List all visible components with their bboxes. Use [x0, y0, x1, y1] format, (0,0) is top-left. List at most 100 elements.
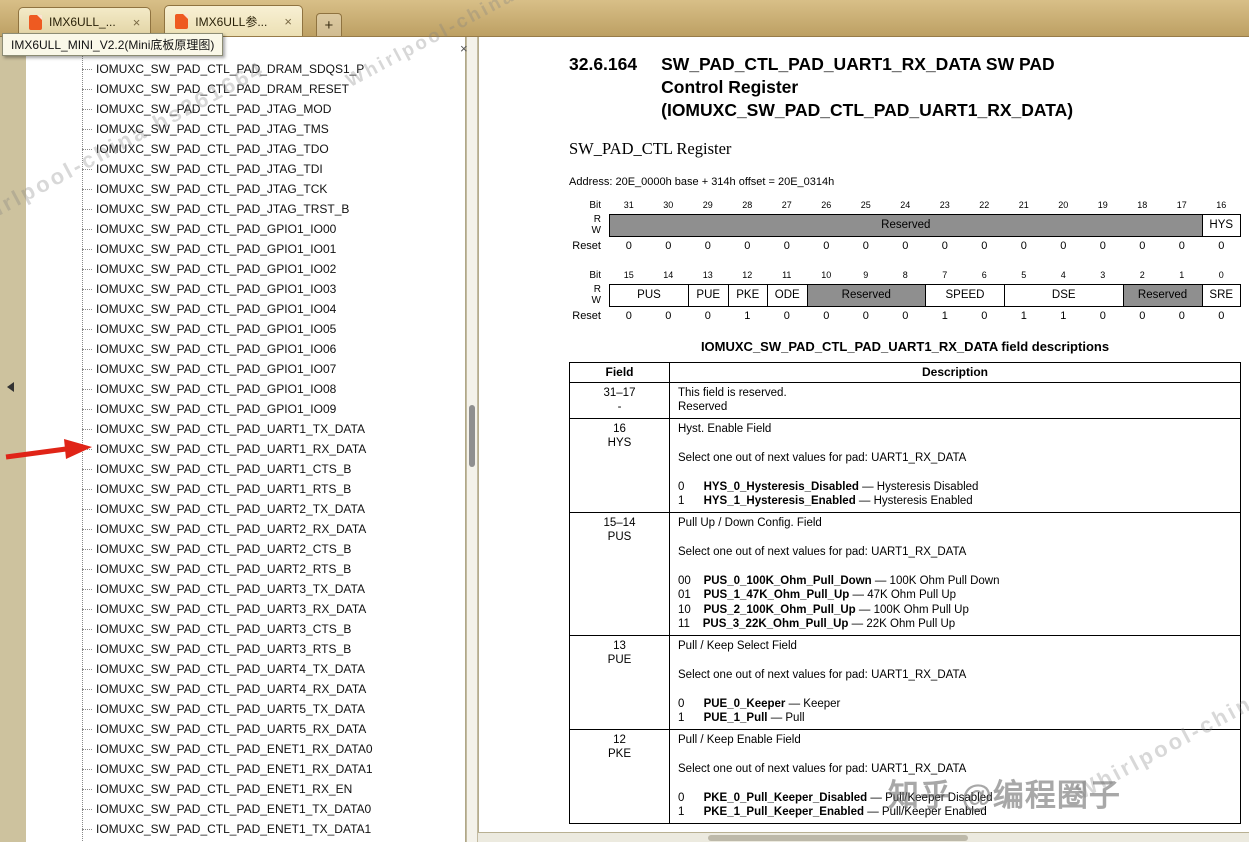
bookmark-item[interactable]: IOMUXC_SW_PAD_CTL_PAD_UART2_RX_DATA — [26, 519, 465, 539]
bookmark-item-label: IOMUXC_SW_PAD_CTL_PAD_UART4_RX_DATA — [96, 682, 367, 696]
bookmark-item[interactable]: IOMUXC_SW_PAD_CTL_PAD_JTAG_MOD — [26, 99, 465, 119]
field-cell: 31–17- — [570, 382, 670, 418]
bookmark-item[interactable]: IOMUXC_SW_PAD_CTL_PAD_GPIO1_IO04 — [26, 299, 465, 319]
reset-value: 0 — [1099, 240, 1106, 252]
pdf-file-icon — [29, 14, 42, 30]
reset-value: 1 — [744, 310, 751, 322]
bookmark-item[interactable]: IOMUXC_SW_PAD_CTL_PAD_JTAG_TRST_B — [26, 199, 465, 219]
bookmark-item[interactable]: IOMUXC_SW_PAD_CTL_PAD_UART4_TX_DATA — [26, 659, 465, 679]
section-heading: 32.6.164 SW_PAD_CTL_PAD_UART1_RX_DATA SW… — [569, 53, 1241, 122]
bookmark-item-label: IOMUXC_SW_PAD_CTL_PAD_UART3_RX_DATA — [96, 602, 367, 616]
bookmark-item[interactable]: IOMUXC_SW_PAD_CTL_PAD_ENET1_RX_DATA0 — [26, 739, 465, 759]
field-table-row: 13 PUE Pull / Keep Select Field Select one… — [570, 634, 1240, 729]
bookmark-item[interactable]: IOMUXC_SW_PAD_CTL_PAD_JTAG_TDO — [26, 139, 465, 159]
field-table-row: 15–14 PUS Pull Up / Down Config. Field Sel… — [570, 511, 1240, 635]
sidebar-scrollbar-thumb[interactable] — [469, 405, 475, 467]
tab-close-icon[interactable]: × — [274, 14, 292, 29]
register-field-reserved: Reserved — [1122, 284, 1202, 307]
bookmark-item-label: IOMUXC_SW_PAD_CTL_PAD_GPIO1_IO04 — [96, 302, 337, 316]
register-diagram-high: Bit 31 30 29 28 27 26 25 24 23 22 21 20 19 18 17 16 R W Res… — [569, 199, 1241, 256]
bookmark-item-label: IOMUXC_SW_PAD_CTL_PAD_UART3_CTS_B — [96, 622, 352, 636]
bit-number: 17 — [1176, 200, 1187, 210]
bit-number: 25 — [860, 200, 871, 210]
bookmark-item[interactable]: IOMUXC_SW_PAD_CTL_PAD_DRAM_RESET — [26, 79, 465, 99]
register-field-pus: PUS — [609, 284, 688, 307]
bookmark-item-label: IOMUXC_SW_PAD_CTL_PAD_ENET1_RX_DATA0 — [96, 742, 373, 756]
bit-number: 1 — [1179, 270, 1185, 280]
bookmark-item[interactable]: IOMUXC_SW_PAD_CTL_PAD_UART1_RX_DATA — [26, 439, 465, 459]
bit-number: 11 — [782, 270, 792, 280]
bit-number: 8 — [902, 270, 908, 280]
bookmark-item[interactable]: IOMUXC_SW_PAD_CTL_PAD_GPIO1_IO00 — [26, 219, 465, 239]
bookmark-item-label: IOMUXC_SW_PAD_CTL_PAD_UART1_CTS_B — [96, 462, 352, 476]
reset-value: 1 — [1020, 310, 1027, 322]
reset-value: 0 — [1139, 310, 1146, 322]
bookmark-item-label: IOMUXC_SW_PAD_CTL_PAD_UART1_RX_DATA — [96, 442, 367, 456]
horizontal-scrollbar-thumb[interactable] — [708, 835, 968, 841]
bookmark-item[interactable]: IOMUXC_SW_PAD_CTL_PAD_UART2_CTS_B — [26, 539, 465, 559]
bookmark-item[interactable]: IOMUXC_SW_PAD_CTL_PAD_GPIO1_IO01 — [26, 239, 465, 259]
register-subtitle: SW_PAD_CTL Register — [569, 139, 732, 158]
bookmark-list: IOMUXC_SW_PAD_CTL_PAD_DRAM_SDQS1_P IOMUXC… — [26, 37, 465, 842]
bookmark-item-label: IOMUXC_SW_PAD_CTL_PAD_UART2_RX_DATA — [96, 522, 367, 536]
bit-number: 18 — [1137, 200, 1148, 210]
bookmark-item[interactable]: IOMUXC_SW_PAD_CTL_PAD_GPIO1_IO03 — [26, 279, 465, 299]
bookmark-item-label: IOMUXC_SW_PAD_CTL_PAD_JTAG_TMS — [96, 122, 329, 136]
bookmark-item[interactable]: IOMUXC_SW_PAD_CTL_PAD_UART1_TX_DATA — [26, 419, 465, 439]
sidebar-scrollbar[interactable] — [466, 37, 478, 842]
tree-connector — [82, 148, 92, 150]
field-cell: 13 PUE — [570, 635, 670, 729]
rw-label: RW — [591, 283, 601, 306]
bookmark-item[interactable]: IOMUXC_SW_PAD_CTL_PAD_GPIO1_IO02 — [26, 259, 465, 279]
bookmark-item[interactable]: IOMUXC_SW_PAD_CTL_PAD_UART1_CTS_B — [26, 459, 465, 479]
bookmark-item[interactable]: IOMUXC_SW_PAD_CTL_PAD_UART3_RX_DATA — [26, 599, 465, 619]
bookmark-item[interactable]: IOMUXC_SW_PAD_CTL_PAD_GPIO1_IO05 — [26, 319, 465, 339]
bookmark-item[interactable]: IOMUXC_SW_PAD_CTL_PAD_GPIO1_IO08 — [26, 379, 465, 399]
new-tab-button[interactable]: + — [315, 13, 342, 36]
tab-schematic[interactable]: IMX6ULL_... × — [18, 7, 152, 36]
bookmark-item[interactable]: IOMUXC_SW_PAD_CTL_PAD_GPIO1_IO07 — [26, 359, 465, 379]
tree-connector — [82, 508, 92, 510]
bookmark-item[interactable]: IOMUXC_SW_PAD_CTL_PAD_UART5_TX_DATA — [26, 699, 465, 719]
bookmark-item[interactable]: IOMUXC_SW_PAD_CTL_PAD_GPIO1_IO06 — [26, 339, 465, 359]
bookmark-item[interactable]: IOMUXC_SW_PAD_CTL_PAD_JTAG_TMS — [26, 119, 465, 139]
bookmark-item[interactable]: IOMUXC_SW_PAD_CTL_PAD_UART2_TX_DATA — [26, 499, 465, 519]
description-column-header: Description — [921, 365, 988, 379]
bookmark-item-label: IOMUXC_SW_PAD_CTL_PAD_GPIO1_IO01 — [96, 242, 337, 256]
bookmark-item[interactable]: IOMUXC_SW_PAD_CTL_PAD_UART5_RX_DATA — [26, 719, 465, 739]
bookmark-item[interactable]: IOMUXC_SW_PAD_CTL_PAD_UART3_RTS_B — [26, 639, 465, 659]
document-view[interactable]: 32.6.164 SW_PAD_CTL_PAD_UART1_RX_DATA SW… — [478, 37, 1249, 832]
tree-connector — [82, 208, 92, 210]
bookmark-item[interactable]: IOMUXC_SW_PAD_CTL_PAD_DRAM_SDQS1_P — [26, 59, 465, 79]
section-title-line: (IOMUXC_SW_PAD_CTL_PAD_UART1_RX_DATA) — [661, 100, 1074, 120]
bookmark-item[interactable]: IOMUXC_SW_PAD_CTL_PAD_ENET1_RX_EN — [26, 779, 465, 799]
bookmark-item-label: IOMUXC_SW_PAD_CTL_PAD_GPIO1_IO05 — [96, 322, 337, 336]
bit-number: 24 — [900, 200, 911, 210]
tab-reference-manual[interactable]: IMX6ULL参... × — [164, 5, 303, 36]
bookmark-item[interactable]: IOMUXC_SW_PAD_CTL_PAD_GPIO1_IO09 — [26, 399, 465, 419]
bit-number: 10 — [821, 270, 832, 280]
bookmark-item[interactable]: IOMUXC_SW_PAD_CTL_PAD_JTAG_TCK — [26, 179, 465, 199]
bookmark-item[interactable]: IOMUXC_SW_PAD_CTL_PAD_ENET1_RX_DATA1 — [26, 759, 465, 779]
tree-connector — [82, 108, 92, 110]
reset-row-label: Reset — [572, 240, 601, 252]
bit-number: 19 — [1097, 200, 1108, 210]
bookmark-item[interactable]: IOMUXC_SW_PAD_CTL_PAD_ENET1_TX_DATA0 — [26, 799, 465, 819]
bookmark-item[interactable]: IOMUXC_SW_PAD_CTL_PAD_UART2_RTS_B — [26, 559, 465, 579]
bookmark-item[interactable]: IOMUXC_SW_PAD_CTL_PAD_JTAG_TDI — [26, 159, 465, 179]
tab-close-icon[interactable]: × — [123, 15, 141, 30]
bookmarks-close-icon[interactable]: × — [460, 41, 468, 56]
bit-number: 16 — [1216, 200, 1227, 210]
bookmark-item[interactable]: IOMUXC_SW_PAD_CTL_PAD_UART4_RX_DATA — [26, 679, 465, 699]
tree-connector — [82, 708, 92, 710]
tree-connector — [82, 388, 92, 390]
document-horizontal-scrollbar[interactable] — [478, 832, 1249, 842]
bookmark-item[interactable]: IOMUXC_SW_PAD_CTL_PAD_UART3_TX_DATA — [26, 579, 465, 599]
bookmark-item[interactable]: IOMUXC_SW_PAD_CTL_PAD_UART1_RTS_B — [26, 479, 465, 499]
tree-connector — [82, 88, 92, 90]
bookmark-item[interactable]: IOMUXC_SW_PAD_CTL_PAD_ENET1_TX_DATA1 — [26, 819, 465, 839]
reset-value: 0 — [783, 240, 790, 252]
panel-collapse-icon[interactable] — [7, 382, 14, 392]
bookmark-item-label: IOMUXC_SW_PAD_CTL_PAD_GPIO1_IO02 — [96, 262, 337, 276]
bookmark-item[interactable]: IOMUXC_SW_PAD_CTL_PAD_UART3_CTS_B — [26, 619, 465, 639]
